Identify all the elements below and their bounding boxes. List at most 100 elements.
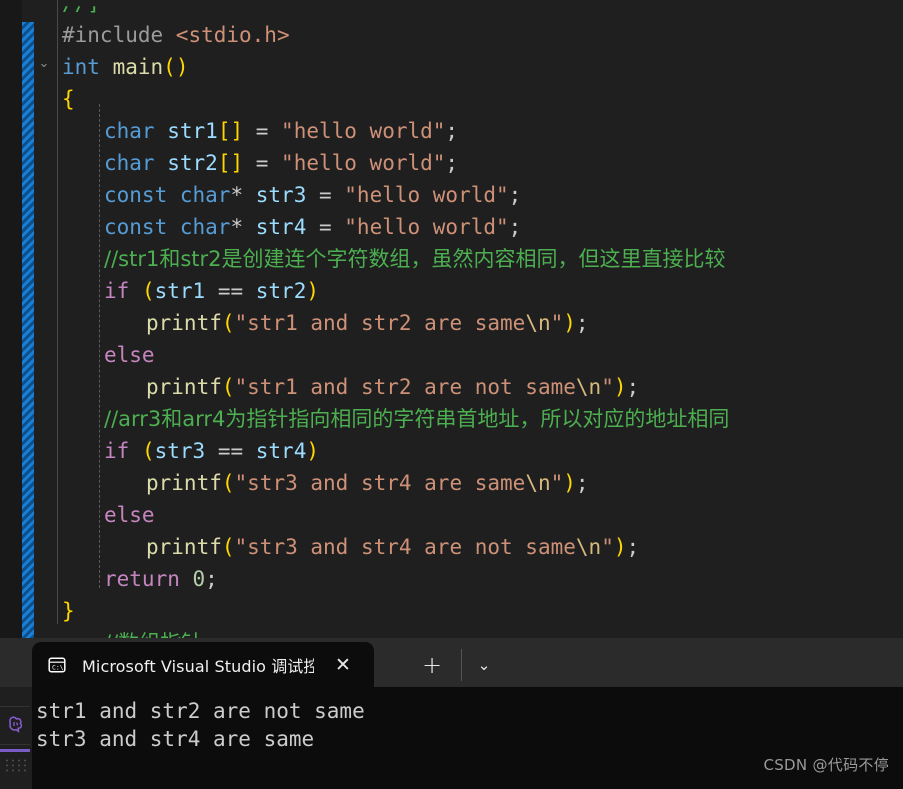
code-token: "str3 and str4 are not same [235,535,576,559]
diff-modified-indicator[interactable] [22,22,34,650]
terminal-output-line: str1 and str2 are not same [36,697,903,725]
code-editor[interactable]: ⌄ //]#include <stdio.h>int main(){char s… [0,0,903,650]
code-token: ; [627,535,640,559]
console-cmd-icon: C:\ [46,654,68,676]
code-token: ; [576,471,589,495]
code-token: "str1 and str2 are same [235,311,526,335]
code-token: //str1和str2是创建连个字符数组，虽然内容相同，但这里直接比较 [104,247,726,271]
code-line[interactable]: } [62,595,75,627]
code-token [155,119,168,143]
dot-grid-decoration [4,758,28,772]
code-token: if [104,439,129,463]
code-line[interactable]: else [104,499,155,531]
code-line[interactable]: printf("str3 and str4 are not same\n"); [146,531,639,563]
code-token: ) [563,471,576,495]
code-token: "hello world" [281,119,445,143]
code-token: char [180,183,231,207]
code-line[interactable]: { [62,83,75,115]
code-token: "hello world" [281,151,445,175]
code-token: \n [525,311,550,335]
code-token [100,55,113,79]
copilot-brain-icon[interactable] [2,712,28,738]
code-token: //arr3和arr4为指针指向相同的字符串首地址，所以对应的地址相同 [104,407,729,431]
code-token: str3 [155,439,206,463]
code-token: " [601,375,614,399]
code-token: char [180,215,231,239]
new-terminal-button[interactable]: + [412,650,452,680]
code-token: const [104,183,167,207]
code-token: "hello world" [344,215,508,239]
code-token: str3 [256,183,307,207]
close-icon[interactable]: ✕ [326,648,360,682]
terminal-tab-active[interactable]: C:\ Microsoft Visual Studio 调试控 ✕ [32,642,374,688]
code-token: ) [563,311,576,335]
code-token: <stdio.h> [176,23,290,47]
code-line[interactable]: //str1和str2是创建连个字符数组，虽然内容相同，但这里直接比较 [104,243,726,275]
code-token: else [104,503,155,527]
editor-gutter[interactable] [34,0,56,650]
code-token [155,151,168,175]
terminal-output-line: str3 and str4 are same [36,725,903,753]
code-token: int [62,55,100,79]
strip-divider-top [0,706,30,707]
code-token: ) [614,375,627,399]
toolbar-separator [461,649,462,681]
code-token: ) [306,439,319,463]
code-token: = [243,151,281,175]
code-token [243,215,256,239]
code-line[interactable]: if (str3 == str4) [104,435,319,467]
code-token: [] [218,151,243,175]
code-token: "hello world" [344,183,508,207]
chevron-down-icon[interactable]: ⌄ [34,54,54,74]
code-token: \n [576,375,601,399]
code-token: ( [222,535,235,559]
code-token: () [163,55,188,79]
code-token: char [104,119,155,143]
code-token: * [230,183,243,207]
code-token: printf [146,375,222,399]
code-token: str4 [256,439,307,463]
code-token: else [104,343,155,367]
code-line[interactable]: const char* str3 = "hello world"; [104,179,521,211]
code-token: == [205,439,256,463]
code-line[interactable]: char str1[] = "hello world"; [104,115,458,147]
code-token: if [104,279,129,303]
code-token: = [306,183,344,207]
strip-divider-bottom [0,744,30,745]
code-line[interactable]: if (str1 == str2) [104,275,319,307]
code-token: } [62,599,75,623]
code-line[interactable]: return 0; [104,563,218,595]
code-line[interactable]: char str2[] = "hello world"; [104,147,458,179]
code-token: ; [445,151,458,175]
code-token: ; [576,311,589,335]
code-token: { [62,87,75,111]
code-token: main [113,55,164,79]
chevron-down-icon-terminal[interactable]: ⌄ [463,650,505,680]
code-line[interactable]: else [104,339,155,371]
code-token: " [601,535,614,559]
code-token: "str3 and str4 are same [235,471,526,495]
code-line[interactable]: printf("str3 and str4 are same\n"); [146,467,589,499]
code-line[interactable]: const char* str4 = "hello world"; [104,211,521,243]
code-token: == [205,279,256,303]
terminal-left-gutter [0,687,32,789]
code-line[interactable]: #include <stdio.h> [62,19,290,51]
code-line[interactable]: printf("str1 and str2 are not same\n"); [146,371,639,403]
bracket-guide-outer [57,12,58,624]
code-token: ; [205,567,218,591]
watermark-text: CSDN @代码不停 [763,754,889,775]
code-token: \n [525,471,550,495]
code-line[interactable]: int main() [62,51,188,83]
code-token: ) [614,535,627,559]
terminal-tab-title: Microsoft Visual Studio 调试控 [82,653,314,677]
code-line[interactable]: //arr3和arr4为指针指向相同的字符串首地址，所以对应的地址相同 [104,403,729,435]
terminal-tabbar[interactable]: C:\ Microsoft Visual Studio 调试控 ✕ + ⌄ [0,639,903,687]
code-token [167,215,180,239]
code-token: \n [576,535,601,559]
code-token [243,183,256,207]
code-token: ( [222,311,235,335]
code-line[interactable]: printf("str1 and str2 are same\n"); [146,307,589,339]
code-token: = [306,215,344,239]
code-token: char [104,151,155,175]
vscode-window: ⌄ //]#include <stdio.h>int main(){char s… [0,0,903,789]
